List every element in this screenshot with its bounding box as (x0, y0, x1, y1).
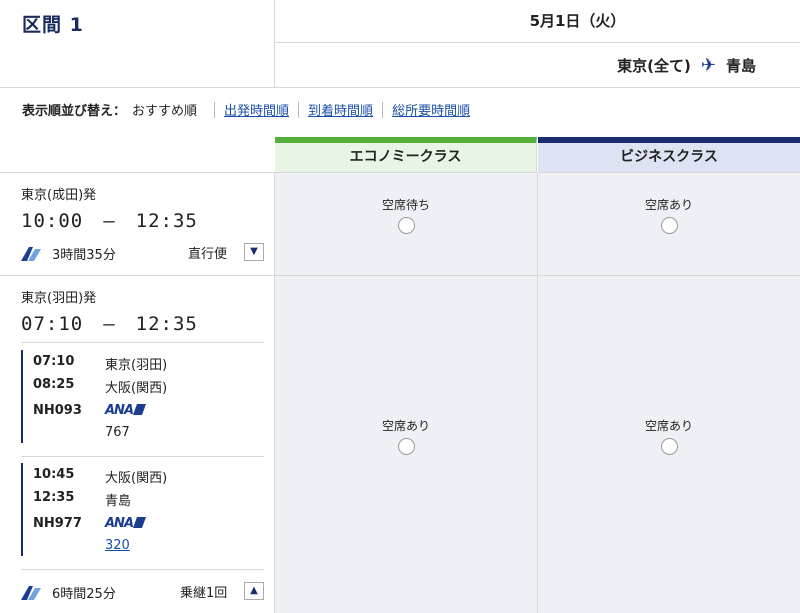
sort-label: 表示順並び替え： (22, 104, 127, 119)
segment-departure-airport: 大阪(関西) (105, 471, 168, 486)
flight-number: NH977 (33, 516, 82, 531)
aircraft-type: 767 (105, 425, 130, 440)
economy-class-header: エコノミークラス (275, 137, 537, 173)
select-radio[interactable] (397, 438, 415, 455)
divider (382, 101, 384, 118)
select-radio[interactable] (660, 438, 678, 455)
sort-arrival-link[interactable]: 到着時間順 (308, 100, 373, 119)
business-class-header: ビジネスクラス (538, 137, 800, 173)
divider (214, 101, 216, 118)
departure-airport: 東京(成田)発 (21, 188, 97, 203)
select-radio[interactable] (397, 217, 415, 234)
expand-toggle-button[interactable]: ▼ (244, 243, 264, 261)
flight-segment: 07:10 東京(羽田) 08:25 大阪(関西) NH093 ANA 767 (21, 350, 261, 443)
availability-status: 空席あり (644, 419, 693, 433)
date-row: 5月1日（火） (275, 0, 800, 43)
aircraft-type-link[interactable]: 320 (105, 538, 130, 553)
flight-type: 乗継1回 (180, 586, 228, 601)
chevron-down-icon: ▼ (250, 246, 258, 257)
flight-date: 5月1日（火） (529, 12, 626, 30)
divider (21, 342, 264, 343)
availability-status: 空席あり (644, 198, 693, 212)
departure-airport: 東京(羽田)発 (21, 291, 97, 306)
flight-duration: 3時間35分 (52, 248, 116, 263)
route: 東京(全て) ✈ 青島 (617, 55, 756, 76)
destination-city: 青島 (725, 57, 756, 75)
segment-departure-time: 10:45 (33, 467, 75, 482)
chevron-up-icon: ▲ (250, 585, 258, 596)
divider (298, 101, 300, 118)
select-radio[interactable] (660, 217, 678, 234)
sort-current: おすすめ順 (132, 104, 198, 119)
economy-cell: 空席待ち (275, 173, 538, 276)
origin-city: 東京(全て) (617, 57, 691, 75)
sort-duration-link[interactable]: 総所要時間順 (392, 100, 470, 119)
economy-cell: 空席あり (275, 276, 538, 613)
collapse-toggle-button[interactable]: ▲ (244, 582, 264, 600)
divider (21, 456, 264, 457)
airplane-icon: ✈ (700, 54, 716, 76)
sort-bar: 表示順並び替え： おすすめ順 出発時間順 到着時間順 総所要時間順 (22, 100, 470, 119)
sort-departure-link[interactable]: 出発時間順 (224, 100, 289, 119)
flight-duration: 6時間25分 (52, 587, 116, 602)
segment-arrival-airport: 青島 (105, 494, 132, 509)
ana-logo: ANA (105, 403, 147, 418)
availability-status: 空席待ち (381, 198, 430, 212)
business-cell: 空席あり (538, 276, 800, 613)
flight-times: 07:10 — 12:35 (21, 313, 198, 335)
business-cell: 空席あり (538, 173, 800, 276)
availability-status: 空席あり (381, 419, 430, 433)
flight-type: 直行便 (188, 247, 228, 262)
segment-arrival-airport: 大阪(関西) (105, 381, 168, 396)
segment-arrival-time: 12:35 (33, 490, 75, 505)
segment-departure-airport: 東京(羽田) (105, 358, 168, 373)
segment-departure-time: 07:10 (33, 354, 75, 369)
divider (21, 569, 264, 570)
flight-segment: 10:45 大阪(関西) 12:35 青島 NH977 ANA 320 (21, 463, 261, 556)
ana-logo: ANA (105, 516, 147, 531)
ana-icon (21, 243, 41, 262)
flight-times: 10:00 — 12:35 (21, 210, 198, 232)
section-title: 区間 1 (22, 14, 84, 36)
ana-icon (21, 582, 41, 601)
flight-number: NH093 (33, 403, 82, 418)
segment-arrival-time: 08:25 (33, 377, 75, 392)
